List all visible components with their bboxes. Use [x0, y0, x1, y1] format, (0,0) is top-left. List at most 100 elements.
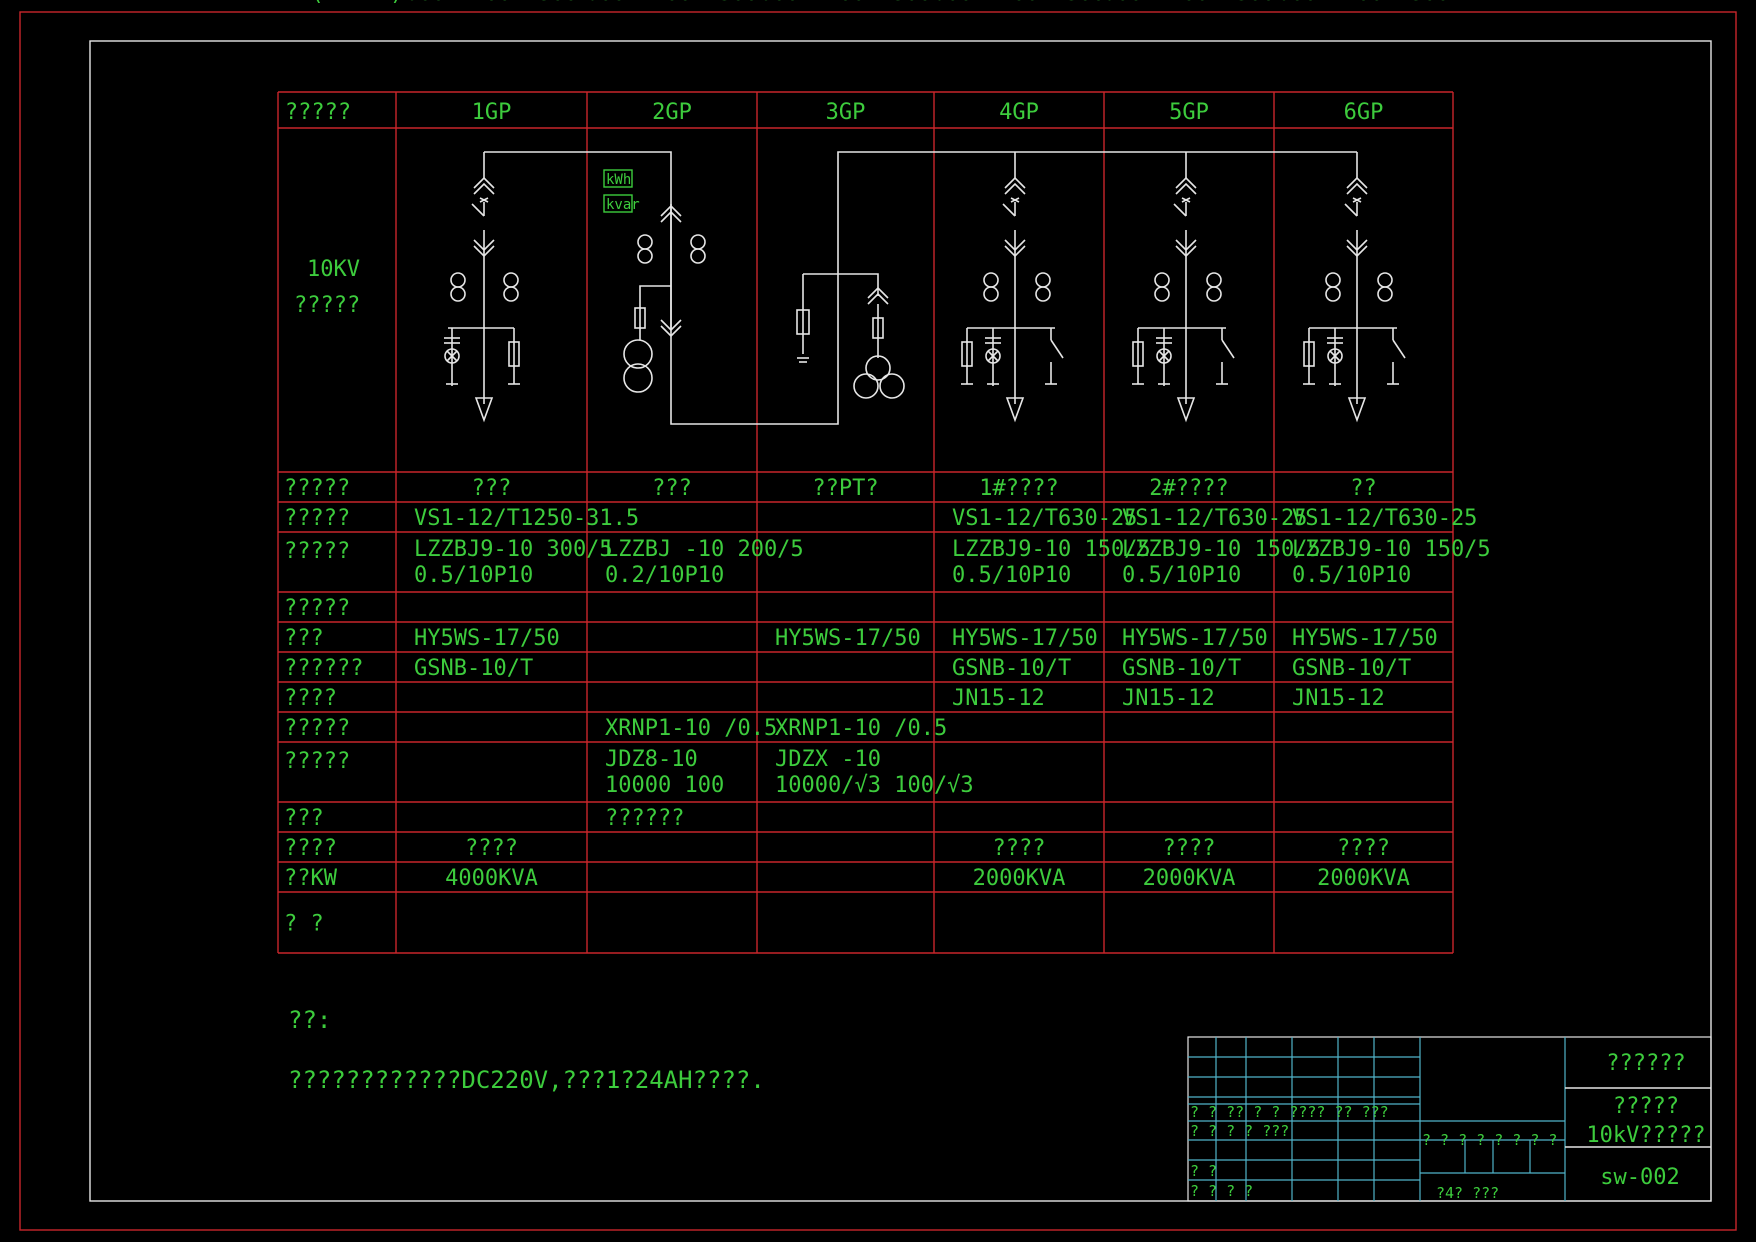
- row-cell: ????: [1163, 836, 1216, 861]
- inner-frame-border: [89, 40, 1712, 1202]
- row-cell: HY5WS-17/50: [775, 626, 921, 651]
- row-label: ? ?: [284, 912, 324, 937]
- row-label: ??KW: [284, 866, 338, 891]
- row-cell: ????: [993, 836, 1046, 861]
- row-cell: GSNB-10/T: [1122, 656, 1241, 681]
- panel-header-3gp: 3GP: [826, 100, 866, 125]
- row-cell: LZZBJ9-10 150/5: [1122, 537, 1321, 562]
- row-label: ????: [284, 686, 337, 711]
- row-cell: ????: [465, 836, 518, 861]
- row-cell: JN15-12: [1292, 686, 1385, 711]
- row-cell: JDZX -10: [775, 747, 881, 772]
- bus-voltage-label: 10KV: [307, 257, 360, 282]
- row-cell: 1#????: [979, 476, 1058, 501]
- row-cell: JN15-12: [1122, 686, 1215, 711]
- row-label: ?????: [284, 749, 350, 774]
- row-cell: LZZBJ9-10 150/5: [952, 537, 1151, 562]
- row-cell-line-2: 0.2/10P10: [605, 563, 724, 588]
- notes-title: ??:: [288, 1006, 331, 1034]
- kvar-meter-label: kvar: [606, 197, 640, 213]
- row-cell: XRNP1-10 /0.5: [775, 716, 947, 741]
- row-cell-line-2: 0.5/10P10: [1122, 563, 1241, 588]
- panel-header-6gp: 6GP: [1344, 100, 1384, 125]
- row-cell-line-2: 10000 100: [605, 773, 724, 798]
- row-cell: ????: [1337, 836, 1390, 861]
- panel-1gp-schematic: [444, 152, 520, 423]
- title-block-drawing-number: sw-002: [1600, 1165, 1679, 1190]
- row-cell: HY5WS-17/50: [1122, 626, 1268, 651]
- row-cell: LZZBJ9-10 300/5: [414, 537, 613, 562]
- feeder-schematic: [1132, 152, 1235, 423]
- row-cell-line-2: 0.5/10P10: [414, 563, 533, 588]
- row-cell: 2000KVA: [1317, 866, 1410, 891]
- cad-drawing-sheet: ????? 1GP 2GP 3GP 4GP 5GP 6GP 10KV ?????: [0, 0, 1756, 1242]
- panel-2gp-schematic: kWh kvar: [603, 169, 706, 393]
- row-cell: ??PT?: [812, 476, 878, 501]
- row-cell: 2000KVA: [1143, 866, 1236, 891]
- feeder-schematic: [1303, 152, 1406, 423]
- single-line-diagram: kWh kvar: [444, 151, 1406, 425]
- title-block-company: ??????: [1606, 1051, 1685, 1076]
- row-cell: VS1-12/T630-25: [1292, 506, 1477, 531]
- row-cell: VS1-12/T630-25: [952, 506, 1137, 531]
- row-cell: HY5WS-17/50: [414, 626, 560, 651]
- row-label: ????: [284, 836, 337, 861]
- row-cell: 800X1700X2300: [405, 0, 577, 6]
- row-cell: ???: [652, 476, 692, 501]
- row-cell: 800X1700X2300: [586, 0, 758, 6]
- title-block-sign-row-3: ? ?: [1190, 1162, 1217, 1180]
- panel-header-1gp: 1GP: [472, 100, 512, 125]
- row-cell: GSNB-10/T: [1292, 656, 1411, 681]
- row-cell: XRNP1-10 /0.5: [605, 716, 777, 741]
- row-label: ?????: [284, 716, 350, 741]
- row-cell: GSNB-10/T: [952, 656, 1071, 681]
- title-block-sign-row-1: ? ? ?? ? ? ???? ?? ???: [1190, 1103, 1389, 1121]
- row-cell: 800X1700X2300: [933, 0, 1105, 6]
- header-row-label: ?????: [285, 100, 351, 125]
- panel-3gp-schematic: [796, 273, 905, 399]
- row-cell: 2000KVA: [973, 866, 1066, 891]
- row-cell: JN15-12: [952, 686, 1045, 711]
- kwh-meter-label: kWh: [606, 172, 631, 188]
- row-cell: HY5WS-17/50: [952, 626, 1098, 651]
- row-cell: VS1-12/T1250-31.5: [414, 506, 639, 531]
- row-cell-line-2: 10000/√3 100/√3: [775, 773, 974, 798]
- row-cell: ??????: [605, 806, 684, 831]
- panel-header-5gp: 5GP: [1169, 100, 1209, 125]
- row-cell: ???: [472, 476, 512, 501]
- row-cell: JDZ8-10: [605, 747, 698, 772]
- panel-header-4gp: 4GP: [999, 100, 1039, 125]
- title-block-scale-labels: ? ? ? ? ? ? ? ?: [1422, 1131, 1557, 1149]
- outgoing-feeder-schematics: [961, 152, 1406, 423]
- row-label: ???: [284, 806, 324, 831]
- panel-headers: 1GP 2GP 3GP 4GP 5GP 6GP: [472, 100, 1384, 125]
- panel-header-2gp: 2GP: [652, 100, 692, 125]
- notes-line-1: ????????????DC220V,???1?24AH????.: [288, 1066, 765, 1094]
- title-block: ? ? ?? ? ? ???? ?? ??? ? ? ? ? ??? ? ? ?…: [1187, 1036, 1712, 1202]
- row-cell: LZZBJ9-10 150/5: [1292, 537, 1491, 562]
- title-block-sign-row-2: ? ? ? ? ???: [1190, 1122, 1289, 1140]
- row-label: ?????: [284, 476, 350, 501]
- row-cell: ??: [1350, 476, 1377, 501]
- row-cell-line-2: 0.5/10P10: [1292, 563, 1411, 588]
- row-label: ??????: [284, 656, 363, 681]
- row-label: ?????: [284, 506, 350, 531]
- row-label: ?????: [284, 596, 350, 621]
- row-cell: VS1-12/T630-25: [1122, 506, 1307, 531]
- row-cell: 800X1700X2300: [1277, 0, 1449, 6]
- row-cell: 2#????: [1149, 476, 1228, 501]
- row-cell: 800X1700X2300: [759, 0, 931, 6]
- row-cell: GSNB-10/T: [414, 656, 533, 681]
- title-block-sheet-labels: ?4? ???: [1436, 1184, 1499, 1202]
- row-cell: 4000KVA: [445, 866, 538, 891]
- bus-description-label: ?????: [294, 293, 360, 318]
- row-cell: LZZBJ -10 200/5: [605, 537, 804, 562]
- row-label: ?????: [284, 539, 350, 564]
- title-block-project-line-2: 10kV?????: [1586, 1123, 1705, 1148]
- title-block-sign-row-4: ? ? ? ?: [1190, 1182, 1253, 1200]
- row-cell: HY5WS-17/50: [1292, 626, 1438, 651]
- feeder-schematic: [961, 152, 1064, 423]
- row-label: ??(?x?x?): [284, 0, 403, 6]
- drawing-svg: ????? 1GP 2GP 3GP 4GP 5GP 6GP 10KV ?????: [19, 0, 1737, 1231]
- title-block-project-line-1: ?????: [1613, 1094, 1679, 1119]
